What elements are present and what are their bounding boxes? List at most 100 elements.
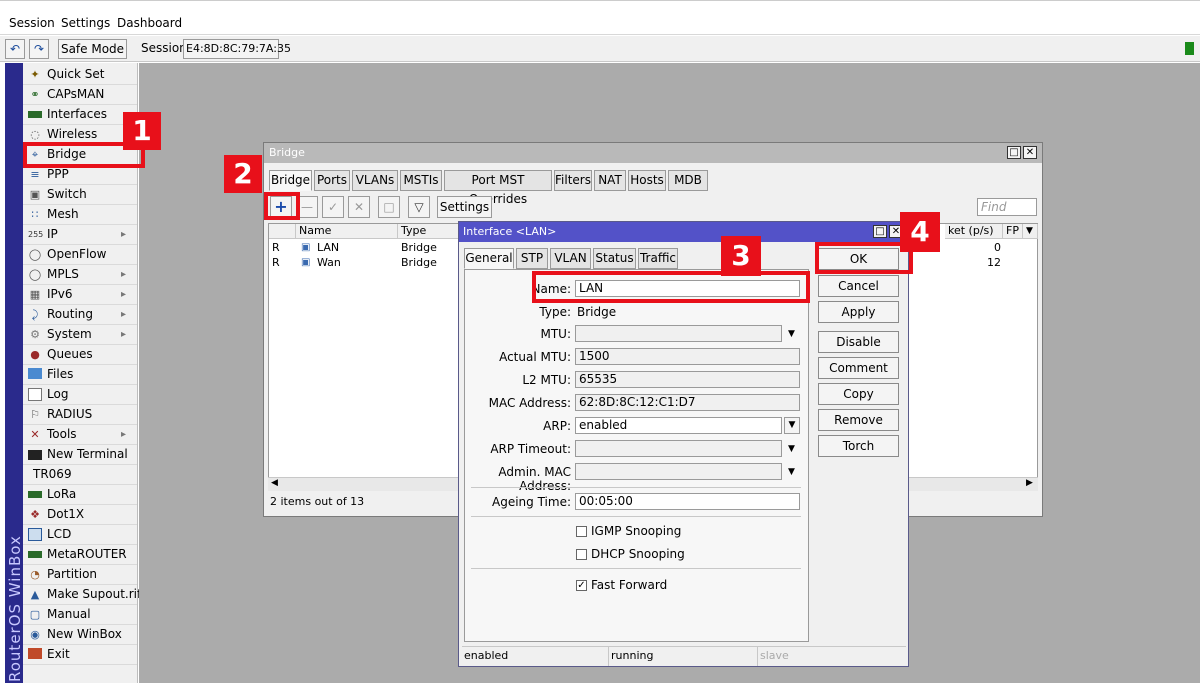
- tab-filters[interactable]: Filters: [554, 170, 592, 191]
- tab-traffic[interactable]: Traffic: [638, 248, 678, 269]
- scroll-left-icon[interactable]: ◀: [271, 478, 278, 488]
- sidebar-item-mpls[interactable]: ◯ MPLS ▸: [23, 265, 137, 285]
- settings-button[interactable]: Settings: [437, 196, 492, 218]
- sidebar-item-make-supout[interactable]: ▲ Make Supout.rif: [23, 585, 141, 605]
- col-packet[interactable]: ket (p/s): [945, 224, 1003, 239]
- sidebar-item-mesh[interactable]: ∷ Mesh: [23, 205, 137, 225]
- type-label: Type:: [539, 305, 571, 319]
- menu-dashboard[interactable]: Dashboard: [117, 16, 182, 30]
- ppp-icon: ≡: [30, 168, 40, 181]
- main-toolbar: ↶ ↷ Safe Mode Session: E4:8D:8C:79:7A:35: [0, 36, 1200, 62]
- ageing-time-field[interactable]: 00:05:00: [575, 493, 800, 510]
- fast-forward-checkbox[interactable]: ✓: [576, 580, 587, 591]
- tab-bridge[interactable]: Bridge: [269, 170, 312, 191]
- enable-icon[interactable]: ✓: [322, 196, 344, 218]
- sidebar-item-interfaces[interactable]: Interfaces: [23, 105, 137, 125]
- sidebar-item-manual[interactable]: ▢ Manual: [23, 605, 137, 625]
- maximize-icon[interactable]: □: [1007, 146, 1021, 159]
- igmp-snooping-checkbox[interactable]: [576, 526, 587, 537]
- redo-icon[interactable]: ↷: [29, 39, 49, 59]
- maximize-icon[interactable]: □: [873, 225, 887, 238]
- copy-button[interactable]: Copy: [818, 383, 899, 405]
- apply-button[interactable]: Apply: [818, 301, 899, 323]
- sidebar-item-openflow[interactable]: ◯ OpenFlow: [23, 245, 137, 265]
- tab-general[interactable]: General: [464, 248, 514, 269]
- arp-timeout-dropdown-icon[interactable]: ▼: [788, 444, 795, 454]
- tab-vlan[interactable]: VLAN: [550, 248, 591, 269]
- safe-mode-button[interactable]: Safe Mode: [58, 39, 127, 59]
- sidebar-item-quick-set[interactable]: ✦ Quick Set: [23, 65, 137, 85]
- admin-mac-field[interactable]: [575, 463, 782, 480]
- arp-select[interactable]: enabled: [575, 417, 782, 434]
- sidebar-item-ip[interactable]: 255 IP ▸: [23, 225, 137, 245]
- cancel-button[interactable]: Cancel: [818, 275, 899, 297]
- sidebar-item-tools[interactable]: ✕ Tools ▸: [23, 425, 137, 445]
- col-fp[interactable]: FP: [1003, 224, 1023, 239]
- arp-dropdown-icon[interactable]: ▼: [784, 417, 800, 434]
- sidebar-item-metarouter[interactable]: MetaROUTER: [23, 545, 137, 565]
- arp-timeout-field[interactable]: [575, 440, 782, 457]
- sidebar-item-queues[interactable]: ● Queues: [23, 345, 137, 365]
- find-input[interactable]: Find: [977, 198, 1037, 216]
- sidebar-item-exit[interactable]: Exit: [23, 645, 137, 665]
- fast-forward-label: Fast Forward: [591, 578, 668, 592]
- partition-icon: ◔: [30, 568, 40, 581]
- columns-dropdown-icon[interactable]: ▼: [1023, 224, 1038, 239]
- mtu-field[interactable]: [575, 325, 782, 342]
- remove-button[interactable]: Remove: [818, 409, 899, 431]
- undo-icon[interactable]: ↶: [5, 39, 25, 59]
- interface-status-bar: enabled running slave: [462, 646, 906, 666]
- sidebar-item-ipv6[interactable]: ▦ IPv6 ▸: [23, 285, 137, 305]
- tab-stp[interactable]: STP: [516, 248, 548, 269]
- scroll-right-icon[interactable]: ▶: [1026, 478, 1033, 488]
- sidebar-item-tr069[interactable]: TR069: [23, 465, 137, 485]
- comment-icon[interactable]: □: [378, 196, 400, 218]
- routing-icon: ⤸: [31, 308, 39, 321]
- sidebar-item-new-winbox[interactable]: ◉ New WinBox: [23, 625, 137, 645]
- dot1x-icon: ❖: [30, 508, 40, 521]
- tab-ports[interactable]: Ports: [314, 170, 350, 191]
- disable-button[interactable]: Disable: [818, 331, 899, 353]
- antenna-icon: ⚭: [30, 88, 40, 101]
- sidebar-item-files[interactable]: Files: [23, 365, 137, 385]
- sidebar-item-lcd[interactable]: LCD: [23, 525, 137, 545]
- sidebar-item-partition[interactable]: ◔ Partition: [23, 565, 137, 585]
- bridge-icon: ▣: [301, 257, 311, 268]
- torch-button[interactable]: Torch: [818, 435, 899, 457]
- sidebar-item-switch[interactable]: ▣ Switch: [23, 185, 137, 205]
- comment-button[interactable]: Comment: [818, 357, 899, 379]
- tab-port-mst-overrides[interactable]: Port MST Overrides: [444, 170, 552, 206]
- sidebar-item-radius[interactable]: ⚐ RADIUS: [23, 405, 137, 425]
- submenu-arrow-icon: ▸: [121, 289, 127, 300]
- filter-icon[interactable]: ▽: [408, 196, 430, 218]
- menu-settings[interactable]: Settings: [61, 16, 110, 30]
- admin-mac-dropdown-icon[interactable]: ▼: [788, 467, 795, 477]
- sidebar-item-system[interactable]: ⚙ System ▸: [23, 325, 137, 345]
- submenu-arrow-icon: ▸: [121, 269, 127, 280]
- sidebar-item-capsman[interactable]: ⚭ CAPsMAN: [23, 85, 137, 105]
- disable-icon[interactable]: ✕: [348, 196, 370, 218]
- tab-hosts[interactable]: Hosts: [628, 170, 666, 191]
- tab-mstis[interactable]: MSTIs: [400, 170, 442, 191]
- sidebar-item-new-terminal[interactable]: New Terminal: [23, 445, 137, 465]
- col-name[interactable]: Name: [296, 224, 398, 239]
- sidebar-item-routing[interactable]: ⤸ Routing ▸: [23, 305, 137, 325]
- status-enabled: enabled: [462, 647, 609, 666]
- sidebar-item-dot1x[interactable]: ❖ Dot1X: [23, 505, 137, 525]
- tab-vlans[interactable]: VLANs: [352, 170, 398, 191]
- tab-nat[interactable]: NAT: [594, 170, 626, 191]
- actual-mtu-label: Actual MTU:: [499, 350, 571, 364]
- col-type[interactable]: Type: [398, 224, 460, 239]
- menu-session[interactable]: Session: [9, 16, 55, 30]
- tab-status[interactable]: Status: [593, 248, 636, 269]
- tab-mdb[interactable]: MDB: [668, 170, 708, 191]
- highlight-ok-button: [815, 242, 913, 274]
- sidebar-item-lora[interactable]: LoRa: [23, 485, 137, 505]
- dhcp-snooping-checkbox[interactable]: [576, 549, 587, 560]
- submenu-arrow-icon: ▸: [121, 229, 127, 240]
- sidebar-item-log[interactable]: Log: [23, 385, 137, 405]
- close-icon[interactable]: ✕: [1023, 146, 1037, 159]
- ageing-time-label: Ageing Time:: [492, 495, 571, 509]
- sidebar-item-ppp[interactable]: ≡ PPP: [23, 165, 137, 185]
- mtu-dropdown-icon[interactable]: ▼: [788, 329, 795, 339]
